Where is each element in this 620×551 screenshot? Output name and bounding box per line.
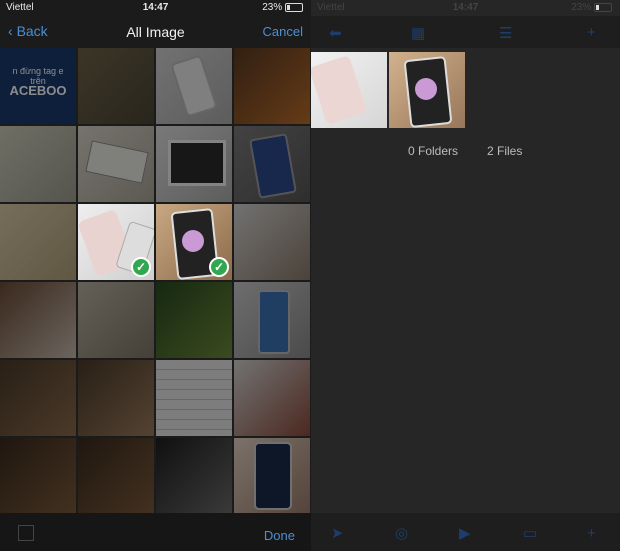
file-thumbnails: [311, 52, 471, 128]
play-icon[interactable]: ▶: [459, 524, 471, 542]
photo-picker-panel: Viettel 14:47 23% ‹ Back All Image Cance…: [0, 0, 311, 551]
photo-tile[interactable]: [156, 282, 232, 358]
photo-tile-selected[interactable]: ✓: [156, 204, 232, 280]
list-view-icon[interactable]: ☰: [499, 24, 512, 42]
photo-tile[interactable]: [78, 282, 154, 358]
photo-tile[interactable]: [78, 360, 154, 436]
photo-tile[interactable]: [0, 282, 76, 358]
photo-tile[interactable]: n đừng tag e trên ACEBOO: [0, 48, 76, 124]
plus-icon[interactable]: +: [587, 525, 596, 542]
status-bar: Viettel 14:47 23%: [0, 0, 311, 16]
bottom-toolbar: Done: [0, 513, 311, 551]
done-button[interactable]: Done: [264, 528, 295, 543]
photo-tile[interactable]: [156, 126, 232, 202]
photo-tile[interactable]: [234, 360, 310, 436]
file-thumbnail[interactable]: [389, 52, 465, 128]
photo-tile[interactable]: [234, 48, 310, 124]
share-icon[interactable]: ➤: [331, 524, 344, 542]
bottom-toolbar: ➤ ◎ ▶ ▭ +: [311, 513, 620, 551]
battery-percent: 23%: [262, 2, 283, 13]
cancel-button[interactable]: Cancel: [263, 24, 303, 39]
photo-tile[interactable]: [78, 126, 154, 202]
photo-tile[interactable]: [156, 438, 232, 514]
status-bar: Viettel 14:47 23%: [311, 0, 620, 16]
checkmark-icon: ✓: [131, 257, 151, 277]
battery-indicator: 23%: [571, 2, 612, 13]
back-icon[interactable]: ⬅: [329, 24, 342, 42]
photo-tile[interactable]: [78, 438, 154, 514]
photo-grid: n đừng tag e trên ACEBOO ✓ ✓: [0, 48, 311, 514]
files-count: 2 Files: [487, 144, 523, 158]
battery-icon: [285, 2, 303, 12]
photo-tile[interactable]: [0, 126, 76, 202]
photo-tile[interactable]: [156, 48, 232, 124]
select-all-icon[interactable]: [18, 525, 34, 541]
battery-icon: [594, 2, 612, 12]
battery-percent: 23%: [571, 2, 592, 13]
photo-text-line: trên: [30, 76, 46, 86]
file-manager-panel: Viettel 14:47 23% ⬅ ▦ ☰ + 0 Folders 2 Fi…: [311, 0, 620, 551]
photo-tile[interactable]: [0, 360, 76, 436]
navigation-bar: ‹ Back All Image Cancel: [0, 16, 311, 48]
photo-tile[interactable]: [234, 438, 310, 514]
photo-tile-selected[interactable]: ✓: [78, 204, 154, 280]
grid-view-icon[interactable]: ▦: [411, 24, 425, 42]
photo-text-line: ACEBOO: [9, 83, 67, 98]
photo-tile[interactable]: [0, 438, 76, 514]
checkmark-icon: ✓: [209, 257, 229, 277]
battery-indicator: 23%: [262, 2, 303, 13]
photo-tile[interactable]: [234, 282, 310, 358]
file-thumbnail[interactable]: [311, 52, 387, 128]
photo-tile[interactable]: [234, 126, 310, 202]
folder-icon[interactable]: ▭: [523, 524, 537, 542]
photo-text-line: n đừng tag e: [12, 66, 64, 76]
photo-tile[interactable]: [234, 204, 310, 280]
photo-tile[interactable]: [0, 204, 76, 280]
folders-count: 0 Folders: [408, 144, 459, 158]
add-icon[interactable]: +: [587, 24, 596, 41]
settings-icon[interactable]: ◎: [395, 524, 408, 542]
photo-tile[interactable]: [78, 48, 154, 124]
photo-tile[interactable]: [156, 360, 232, 436]
top-toolbar: ⬅ ▦ ☰ +: [311, 16, 620, 48]
